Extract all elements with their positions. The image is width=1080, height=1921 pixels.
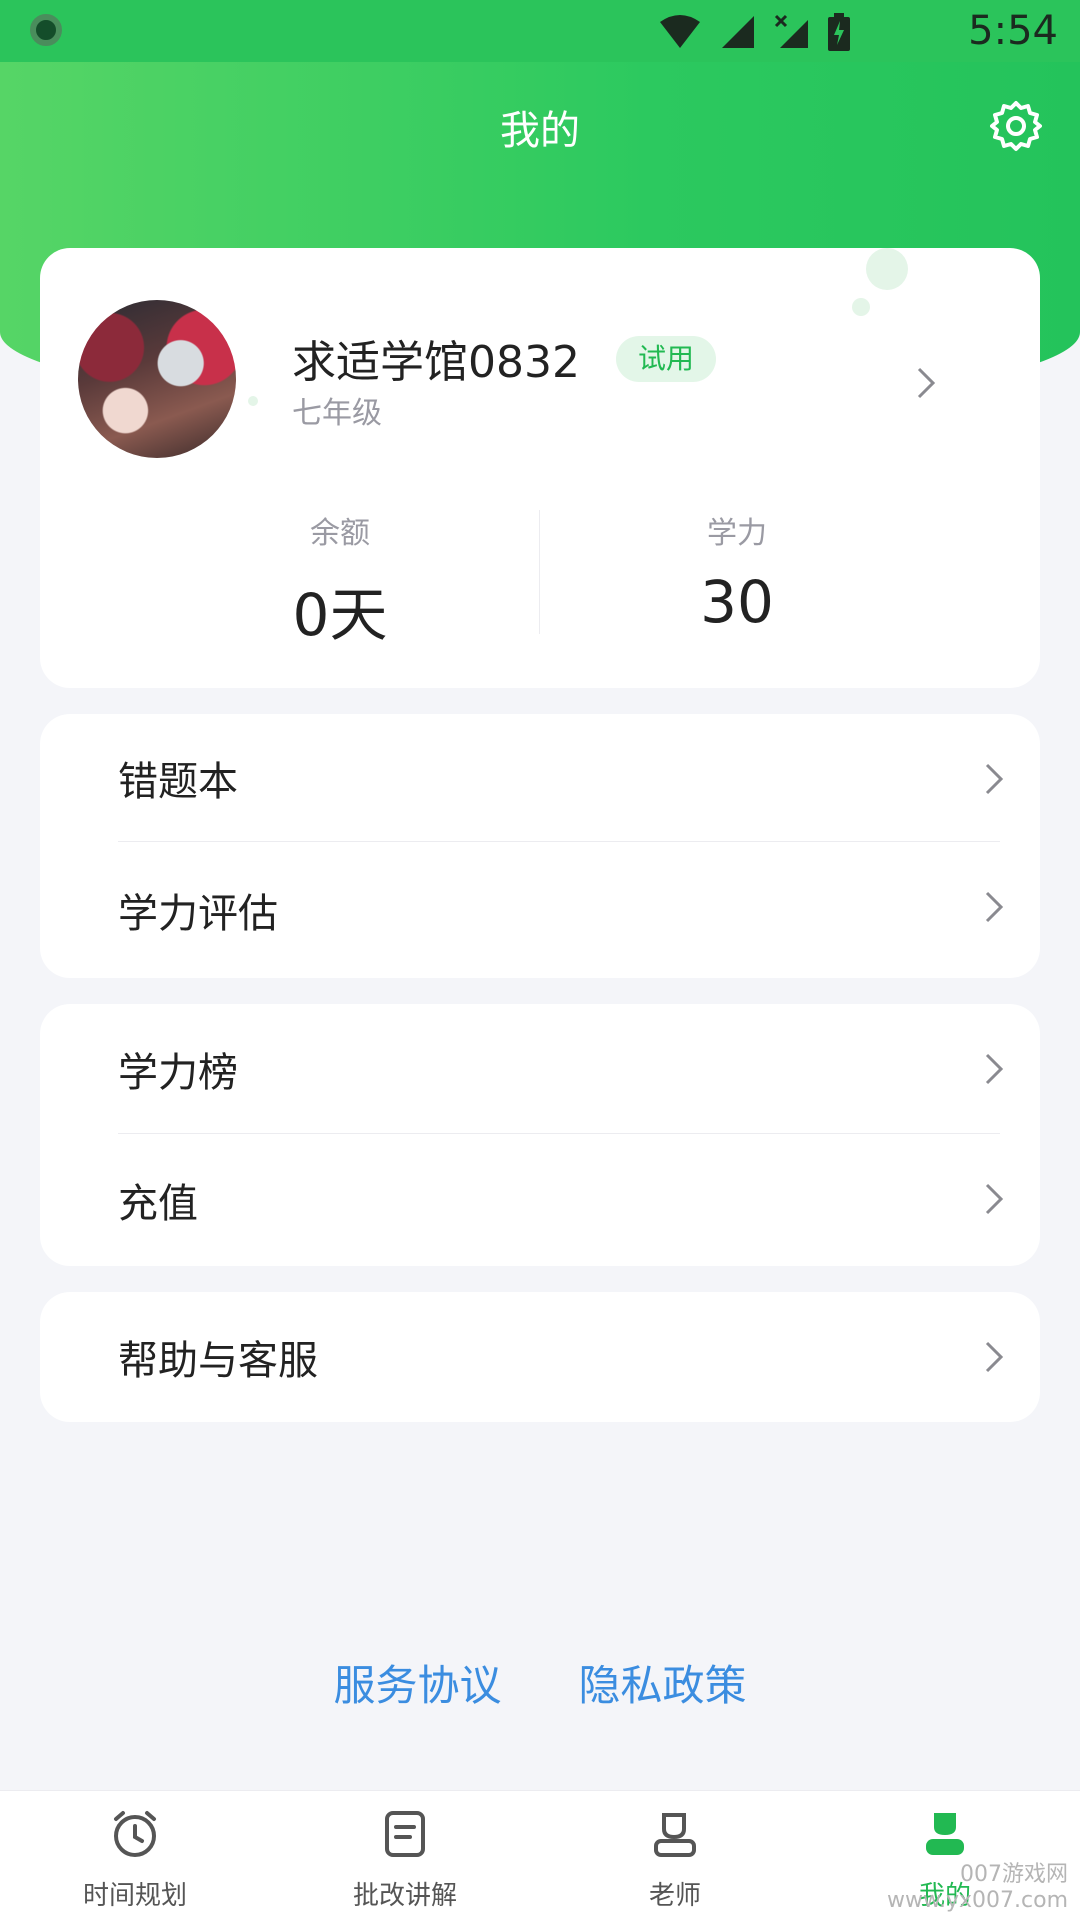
chevron-right-icon [985,763,1004,795]
score-label: 学力 [707,516,767,551]
menu-group-2: 学力榜 充值 [40,1004,1040,1266]
avatar[interactable] [78,300,236,458]
menu-item-help-support[interactable]: 帮助与客服 [40,1292,1040,1422]
balance-value: 0天 [292,581,388,649]
grade-label: 七年级 [292,396,382,431]
menu-item-mistake-book[interactable]: 错题本 [40,714,1040,842]
score-stat: 学力 30 [587,508,887,636]
menu-item-ability-assessment[interactable]: 学力评估 [40,842,1040,978]
tab-teacher[interactable]: 老师 [540,1791,810,1921]
balance-label: 余额 [310,516,370,551]
chevron-right-icon [985,1183,1004,1215]
menu-group-3: 帮助与客服 [40,1292,1040,1422]
decorative-bubble [852,298,870,316]
profile-icon [926,1813,964,1855]
tab-label: 老师 [648,1881,701,1911]
status-icons [658,12,850,52]
signal-x-icon [774,14,808,48]
page-title: 我的 [500,108,580,154]
decorative-bubble [866,248,908,290]
user-name: 求适学馆0832 [292,337,580,388]
balance-stat: 余额 0天 [190,508,490,652]
privacy-policy-link[interactable]: 隐私政策 [579,1652,747,1713]
menu-item-recharge[interactable]: 充值 [40,1134,1040,1266]
status-bar: 5:54 [0,0,1080,62]
watermark-line: 007游戏网 [960,1862,1068,1887]
service-agreement-link[interactable]: 服务协议 [333,1652,501,1713]
menu-item-label: 充值 [118,1181,198,1227]
watermark-line: www.yx007.com [887,1888,1068,1913]
menu-item-ranking[interactable]: 学力榜 [40,1004,1040,1134]
legal-links: 服务协议 隐私政策 [0,1652,1080,1713]
menu-item-label: 帮助与客服 [118,1338,318,1384]
tab-time-planning[interactable]: 时间规划 [0,1791,270,1921]
menu-group-1: 错题本 学力评估 [40,714,1040,978]
menu-item-label: 错题本 [118,759,238,805]
battery-icon [828,13,850,51]
tab-label: 时间规划 [82,1881,187,1911]
document-icon [385,1811,425,1857]
menu-item-label: 学力榜 [118,1050,238,1096]
notification-circle-icon [30,14,62,46]
menu-item-label: 学力评估 [118,891,278,937]
chevron-right-icon[interactable] [916,366,936,400]
signal-icon [722,16,754,48]
profile-card[interactable]: 求适学馆0832 试用 七年级 余额 0天 学力 30 [40,248,1040,688]
chevron-right-icon [985,1053,1004,1085]
stat-divider [539,510,540,634]
watermark: 007游戏网 www.yx007.com [887,1862,1068,1914]
decorative-bubble [248,396,258,406]
chevron-right-icon [985,1341,1004,1373]
tab-label: 批改讲解 [352,1881,457,1911]
status-time: 5:54 [968,8,1058,54]
teacher-icon [654,1813,696,1857]
wifi-icon [660,15,700,48]
tab-grading[interactable]: 批改讲解 [270,1791,540,1921]
gear-icon[interactable] [990,100,1042,152]
chevron-right-icon [985,891,1004,923]
score-value: 30 [700,568,774,636]
alarm-clock-icon [114,1811,156,1857]
trial-badge: 试用 [616,336,717,382]
